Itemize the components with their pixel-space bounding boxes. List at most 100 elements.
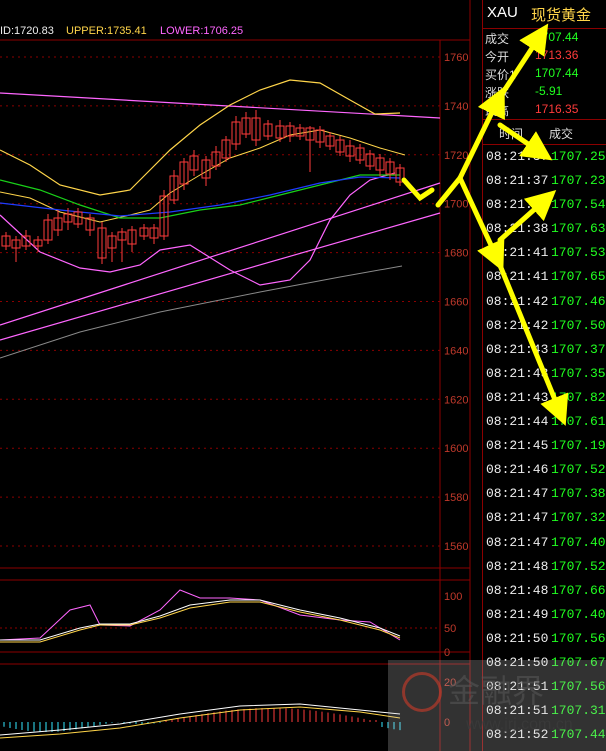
tick-price: 1707.46: [551, 293, 606, 309]
ma-long-line: [0, 265, 403, 359]
trendline-channel-2: [0, 212, 441, 341]
tick-time: 08:21:44: [486, 414, 549, 430]
price-axis: 1760 1740 1720 1700 1680 1660 1640 1620 1600 1580…: [444, 52, 468, 553]
quote-row-label: 买价1: [485, 68, 516, 82]
tick-time: 08:21:49: [486, 606, 549, 622]
tick-row[interactable]: 08:21:47 1707.40: [483, 531, 606, 555]
tick-time: 08:21:50: [486, 630, 549, 646]
tick-time: 08:21:47: [486, 486, 549, 502]
tick-time: 08:21:48: [486, 558, 549, 574]
price-gridlines: [0, 56, 440, 547]
price-tick-label: 1580: [444, 492, 468, 504]
tick-price: 1707.61: [551, 414, 606, 430]
osc-axis: 100 50 0: [444, 591, 462, 659]
tick-time: 08:21:46: [486, 462, 549, 478]
bb-lower-label: LOWER:1706.25: [160, 25, 243, 37]
price-tick-label: 1620: [444, 394, 468, 406]
tick-row[interactable]: 08:21:37 1707.23: [483, 169, 606, 193]
tick-row[interactable]: 08:21:41 1707.53: [483, 241, 606, 265]
quote-row-label: 今开: [485, 50, 510, 64]
tick-row[interactable]: 08:21:44 1707.61: [483, 410, 606, 434]
tick-row[interactable]: 08:21:38 1707.63: [483, 217, 606, 241]
tick-time: 08:21:47: [486, 534, 549, 550]
tick-row[interactable]: 08:21:46 1707.52: [483, 458, 606, 482]
osc-tick-label: 0: [444, 647, 450, 659]
tick-time: 08:21:37: [486, 149, 549, 164]
trendline-channel-1: [0, 182, 441, 326]
tick-time: 08:21:42: [486, 317, 549, 333]
tick-time: 08:21:43: [486, 389, 549, 405]
bb-mid-label: ID:1720.83: [0, 25, 54, 37]
price-tick-label: 1560: [444, 541, 468, 553]
osc-line-k: [0, 589, 401, 641]
tick-price: 1707.82: [551, 389, 606, 405]
watermark-url: www.jrj.com.cn: [466, 716, 573, 733]
candlestick-chart[interactable]: ID:1720.83 UPPER:1735.41 LOWER:1706.25 1…: [0, 0, 482, 751]
tick-row[interactable]: 08:21:41 1707.65: [483, 265, 606, 289]
price-tick-label: 1660: [444, 297, 468, 309]
quote-row-value: 1707.44: [535, 30, 579, 44]
tick-list[interactable]: 08:21:37 1707.25 08:21:37 1707.23 08:21:38 17…: [483, 145, 606, 747]
tick-row[interactable]: 08:21:47 1707.32: [483, 506, 606, 530]
tick-price: 1707.40: [551, 534, 606, 550]
tick-price: 1707.38: [551, 486, 606, 502]
quote-row: 涨跌 -5.91: [483, 83, 606, 101]
tick-price: 1707.40: [551, 606, 606, 622]
price-tick-label: 1760: [444, 52, 468, 64]
osc-tick-label: 50: [444, 623, 456, 635]
quote-row-label: 涨跌: [485, 86, 510, 100]
tick-time: 08:21:48: [486, 582, 549, 598]
price-tick-label: 1740: [444, 101, 468, 113]
tick-row[interactable]: 08:21:37 1707.25: [483, 145, 606, 169]
tick-row[interactable]: 08:21:49 1707.40: [483, 603, 606, 627]
price-tick-label: 1720: [444, 150, 468, 162]
quote-row-label: 成交: [485, 32, 510, 46]
tick-time: 08:21:42: [486, 293, 549, 309]
tick-row[interactable]: 08:21:42 1707.50: [483, 314, 606, 338]
tick-row[interactable]: 08:21:43 1707.35: [483, 362, 606, 386]
price-tick-label: 1640: [444, 345, 468, 357]
tick-price: 1707.52: [551, 558, 606, 574]
tick-row[interactable]: 08:21:45 1707.19: [483, 434, 606, 458]
quote-header: XAU 现货黄金: [483, 0, 606, 29]
tab-time[interactable]: 时间: [499, 125, 523, 142]
tick-price: 1707.54: [551, 197, 606, 213]
quote-row-value: -5.91: [535, 84, 563, 98]
tick-time: 08:21:38: [486, 197, 549, 213]
tick-time: 08:21:38: [486, 221, 549, 237]
tick-price: 1707.23: [551, 173, 606, 189]
tick-price: 1707.37: [551, 341, 606, 357]
price-tick-label: 1700: [444, 199, 468, 211]
tick-row[interactable]: 08:21:48 1707.66: [483, 579, 606, 603]
quote-panel: XAU 现货黄金 成交 1707.44 今开 1713.36 买价1 1707.44 涨跌 -…: [482, 0, 606, 751]
quote-row: 今开 1713.36: [483, 47, 606, 65]
tick-time: 08:21:41: [486, 245, 549, 261]
tick-price: 1707.65: [551, 269, 606, 285]
price-tick-label: 1680: [444, 248, 468, 260]
tick-row[interactable]: 08:21:47 1707.38: [483, 482, 606, 506]
tick-row[interactable]: 08:21:43 1707.37: [483, 338, 606, 362]
osc-line-j: [0, 601, 401, 643]
tick-price: 1707.66: [551, 582, 606, 598]
tick-time: 08:21:43: [486, 341, 549, 357]
tick-list-header: 时间 成交: [483, 119, 606, 145]
tick-row[interactable]: 08:21:48 1707.52: [483, 555, 606, 579]
tab-trade[interactable]: 成交: [549, 125, 573, 142]
tick-price: 1707.35: [551, 365, 606, 381]
macd-histogram: [3, 708, 401, 732]
quote-summary: 成交 1707.44 今开 1713.36 买价1 1707.44 涨跌 -5.91 最高 171…: [483, 29, 606, 119]
tick-price: 1707.53: [551, 245, 606, 261]
quote-row: 买价1 1707.44: [483, 65, 606, 83]
tick-time: 08:21:43: [486, 365, 549, 381]
tick-price: 1707.52: [551, 462, 606, 478]
tick-price: 1707.63: [551, 221, 606, 237]
tick-price: 1707.25: [551, 149, 606, 164]
tick-row[interactable]: 08:21:50 1707.56: [483, 627, 606, 651]
watermark-brand: 金融界: [448, 673, 545, 709]
tick-time: 08:21:41: [486, 269, 549, 285]
tick-row[interactable]: 08:21:38 1707.54: [483, 193, 606, 217]
quote-row-value: 1716.35: [535, 102, 579, 116]
chart-panel[interactable]: ID:1720.83 UPPER:1735.41 LOWER:1706.25 1…: [0, 0, 482, 751]
tick-row[interactable]: 08:21:43 1707.82: [483, 386, 606, 410]
tick-row[interactable]: 08:21:42 1707.46: [483, 290, 606, 314]
